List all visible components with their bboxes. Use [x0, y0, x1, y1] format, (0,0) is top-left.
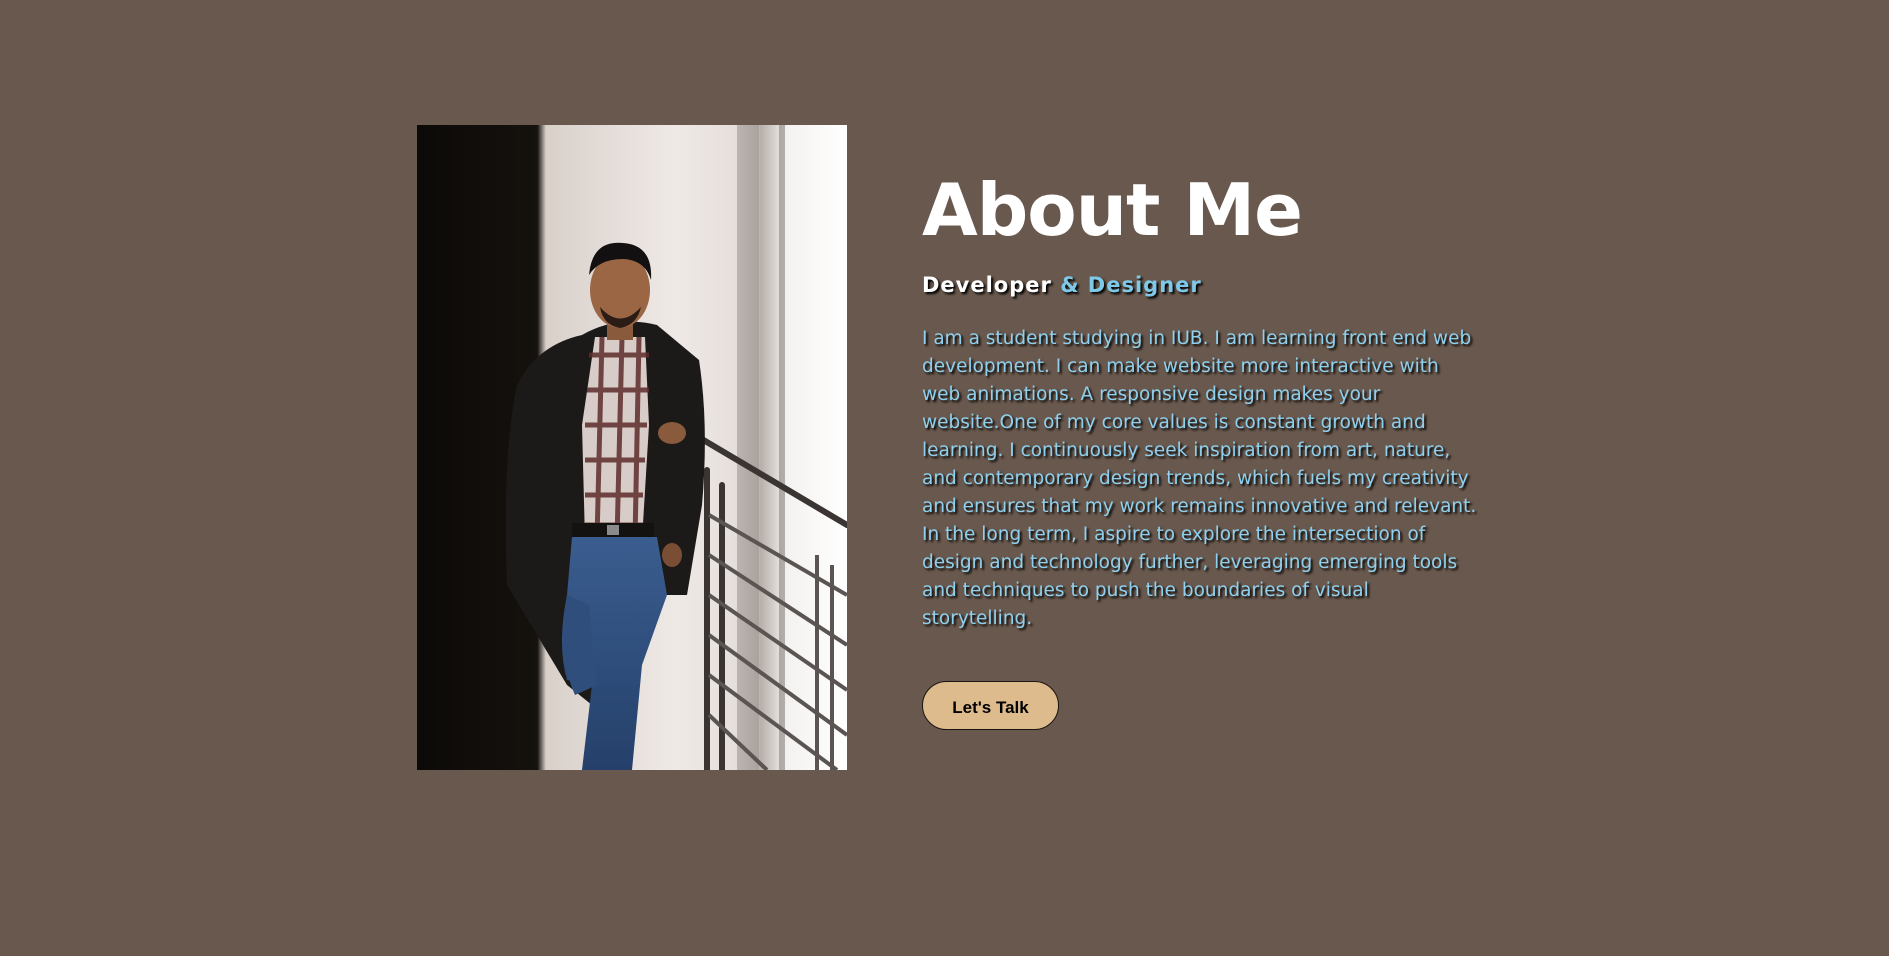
profile-photo [417, 125, 847, 770]
subtitle-role-developer: Developer [922, 273, 1052, 297]
about-section: About Me Developer & Designer I am a stu… [922, 165, 1482, 633]
about-description: I am a student studying in IUB. I am lea… [922, 328, 1477, 629]
subtitle-role-designer: & Designer [1060, 273, 1202, 297]
page-title: About Me [922, 168, 1303, 252]
about-subtitle: Developer & Designer [922, 273, 1482, 297]
lets-talk-button[interactable]: Let's Talk [922, 681, 1059, 730]
